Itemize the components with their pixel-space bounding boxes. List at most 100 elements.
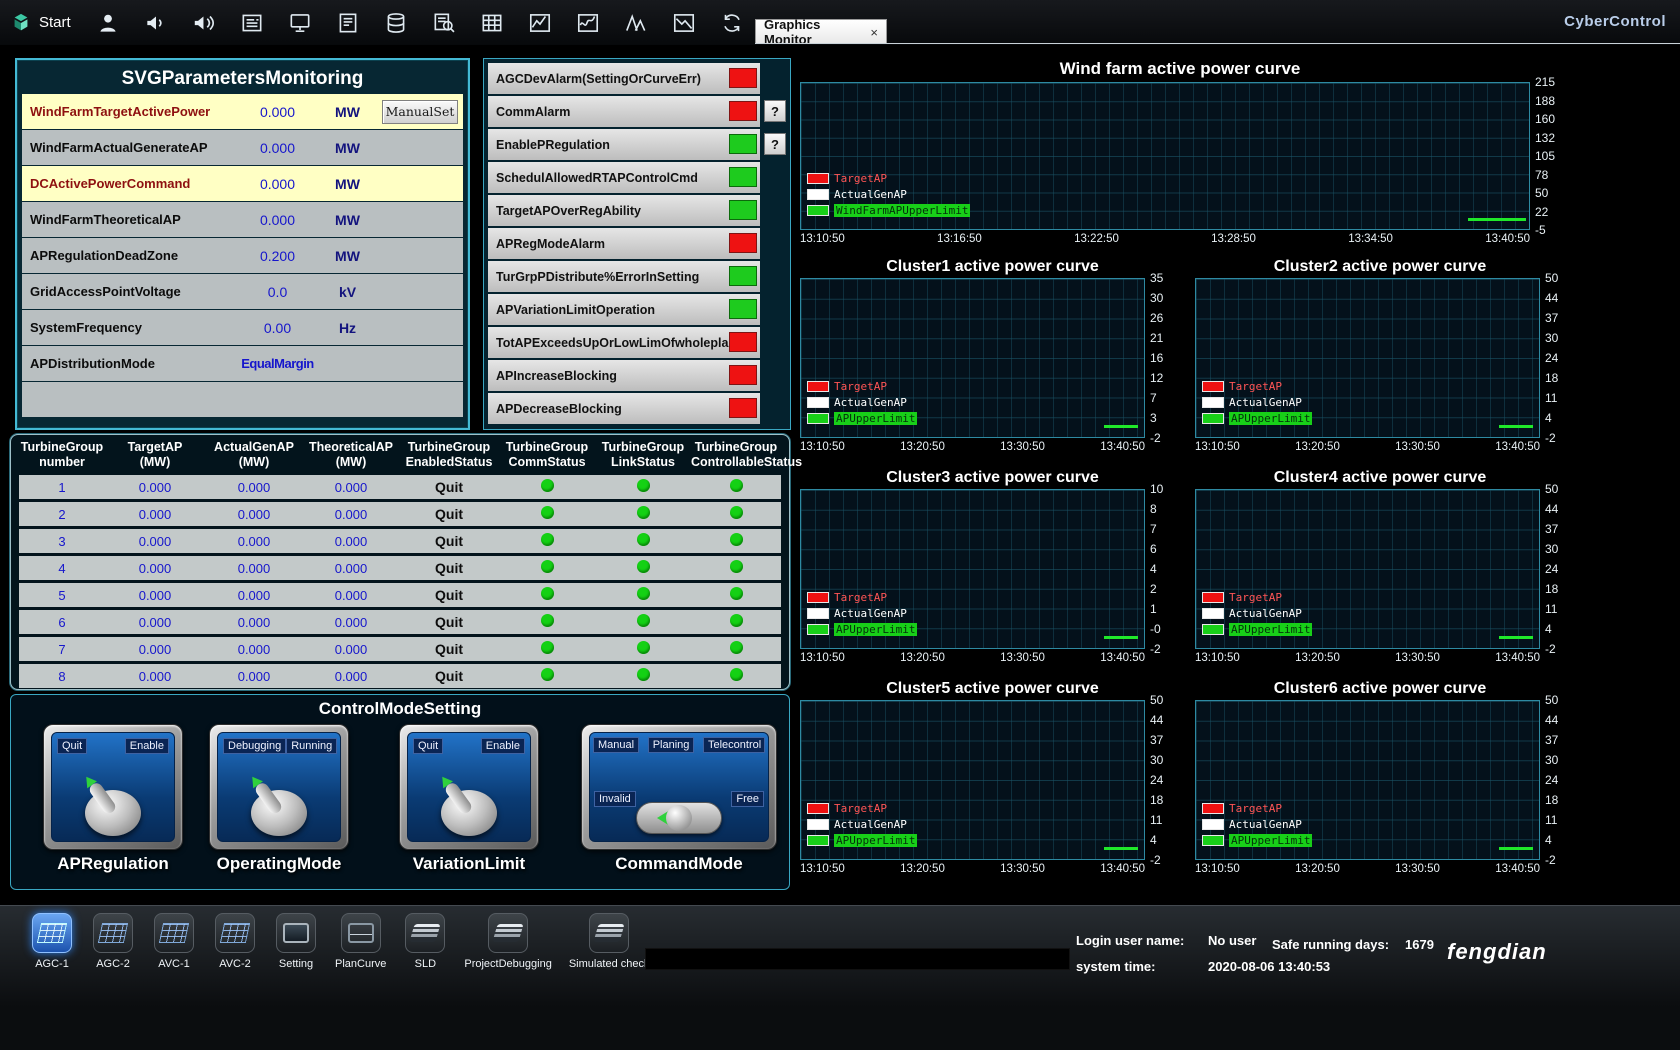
table-row: 6 0.000 0.000 0.000 Quit	[19, 610, 781, 634]
user-icon[interactable]	[91, 6, 126, 40]
database-icon[interactable]	[379, 6, 414, 40]
message-bar[interactable]	[645, 948, 1070, 970]
taskbar-app-icon	[283, 923, 309, 943]
param-label: GridAccessPointVoltage	[30, 284, 235, 299]
rotary-knob[interactable]	[251, 790, 307, 836]
report-icon[interactable]	[235, 6, 270, 40]
comm-status-cell	[499, 506, 595, 522]
legend-label: ActualGenAP	[1229, 818, 1302, 831]
x-axis: 13:10:5013:20:5013:30:5013:40:50	[800, 441, 1145, 453]
command-mode-switch[interactable]: Manual Planing Telecontrol Invalid Free …	[581, 724, 777, 874]
ap-regulation-switch[interactable]: Quit Enable APRegulation	[43, 724, 183, 874]
speaker-icon[interactable]	[187, 6, 222, 40]
cluster-chart: Cluster1 active power curve TargetAP	[795, 257, 1190, 456]
controllable-status-cell	[691, 641, 781, 657]
alarm-entry: EnablePRegulation ?	[488, 129, 786, 160]
x-tick-label: 13:28:50	[1211, 233, 1256, 245]
operating-mode-switch[interactable]: Debugging Running OperatingMode	[209, 724, 349, 874]
alarm-status-indicator	[729, 101, 757, 121]
legend-label: TargetAP	[834, 172, 887, 185]
column-header: TurbineGroupnumber	[19, 440, 105, 470]
y-tick-label: 24	[1545, 562, 1558, 576]
taskbar-icon-slot	[276, 913, 316, 953]
login-user-label: Login user name:	[1076, 933, 1208, 948]
x-tick-label: 13:40:50	[1485, 233, 1530, 245]
tab-underline	[755, 43, 1680, 44]
alarm-entry: CommAlarm ?	[488, 96, 786, 127]
y-axis: 504437302418114-2	[1545, 482, 1558, 656]
x-tick-label: 13:10:50	[800, 863, 845, 875]
y-tick-label: 30	[1150, 753, 1163, 767]
controllable-status-dot	[730, 641, 743, 654]
taskbar-item[interactable]: AVC-2	[213, 913, 257, 970]
sync-icon[interactable]	[715, 6, 750, 40]
spreadsheet-icon[interactable]	[475, 6, 510, 40]
alarm-help-button[interactable]: ?	[764, 133, 786, 155]
start-button[interactable]: Start	[0, 12, 81, 34]
enabled-status: Quit	[399, 614, 499, 630]
search-icon[interactable]	[427, 6, 462, 40]
y-axis: 504437302418114-2	[1545, 271, 1558, 445]
legend-swatch	[1202, 608, 1224, 619]
upper-limit-line	[1468, 218, 1526, 221]
alarm-entry: APDecreaseBlocking ?	[488, 393, 786, 424]
legend-item: ActualGenAP	[1202, 607, 1312, 620]
param-value: 0.000	[235, 104, 320, 120]
group-number: 5	[19, 588, 105, 603]
alarm-help-button[interactable]: ?	[764, 100, 786, 122]
param-label: WindFarmTheoreticalAP	[30, 212, 235, 227]
link-status-dot	[637, 641, 650, 654]
area-chart-icon[interactable]	[523, 6, 558, 40]
alarm-row: EnablePRegulation	[488, 129, 760, 160]
chart-legend: TargetAP ActualGenAP WindFarmAPUpperLimi…	[807, 172, 970, 217]
target-ap-value: 0.000	[105, 669, 205, 684]
safe-days-label: Safe running days:	[1272, 937, 1389, 952]
slider-switch[interactable]	[636, 802, 722, 834]
legend-swatch	[807, 173, 829, 184]
monitor-icon[interactable]	[283, 6, 318, 40]
audio-device-icon[interactable]	[139, 6, 174, 40]
taskbar-item[interactable]: SLD	[403, 913, 447, 970]
trend-chart-icon[interactable]	[571, 6, 606, 40]
slider-knob[interactable]	[666, 805, 692, 831]
taskbar-icon-slot	[93, 913, 133, 953]
alarm-entry: APIncreaseBlocking ?	[488, 360, 786, 391]
svg-params-rows: WindFarmTargetActivePower 0.000 MW Manua…	[22, 94, 463, 417]
switch-label: VariationLimit	[399, 854, 539, 874]
switch-option-right: Running	[286, 738, 337, 754]
y-tick-label: -2	[1150, 431, 1163, 445]
scada-screen: Start Graphics Monitor × CyberControl SV…	[0, 0, 1680, 1050]
manual-set-button[interactable]: ManualSet	[382, 100, 458, 124]
y-tick-label: 4	[1545, 833, 1558, 847]
taskbar-item[interactable]: Simulated check	[569, 913, 650, 970]
rotary-knob[interactable]	[441, 790, 497, 836]
tab-close-icon[interactable]: ×	[870, 25, 878, 40]
y-tick-label: 24	[1545, 351, 1558, 365]
histogram-icon[interactable]	[619, 6, 654, 40]
rotary-knob[interactable]	[85, 790, 141, 836]
taskbar-item[interactable]: PlanCurve	[335, 913, 386, 970]
legend-swatch	[1202, 413, 1224, 424]
legend-label: APUpperLimit	[834, 834, 917, 847]
line-chart-icon[interactable]	[667, 6, 702, 40]
alarm-label: AGCDevAlarm(SettingOrCurveErr)	[496, 72, 701, 86]
chart-plot-area: TargetAP ActualGenAP APUpper	[1195, 489, 1540, 649]
comm-status-dot	[541, 533, 554, 546]
taskbar-item[interactable]: AGC-2	[91, 913, 135, 970]
taskbar-item[interactable]: Setting	[274, 913, 318, 970]
document-icon[interactable]	[331, 6, 366, 40]
switch-label: APRegulation	[43, 854, 183, 874]
taskbar-item[interactable]: ProjectDebugging	[464, 913, 551, 970]
x-tick-label: 13:10:50	[800, 441, 845, 453]
param-row: GridAccessPointVoltage 0.0 kV	[22, 274, 463, 309]
variation-limit-switch[interactable]: Quit Enable VariationLimit	[399, 724, 539, 874]
param-row	[22, 382, 463, 417]
legend-label: APUpperLimit	[1229, 412, 1312, 425]
y-tick-label: 18	[1545, 582, 1558, 596]
taskbar-item[interactable]: AVC-1	[152, 913, 196, 970]
y-tick-label: 4	[1150, 833, 1163, 847]
tab-graphics-monitor[interactable]: Graphics Monitor ×	[755, 19, 887, 44]
taskbar-item[interactable]: AGC-1	[30, 913, 74, 970]
legend-swatch	[807, 381, 829, 392]
controllable-status-cell	[691, 506, 781, 522]
